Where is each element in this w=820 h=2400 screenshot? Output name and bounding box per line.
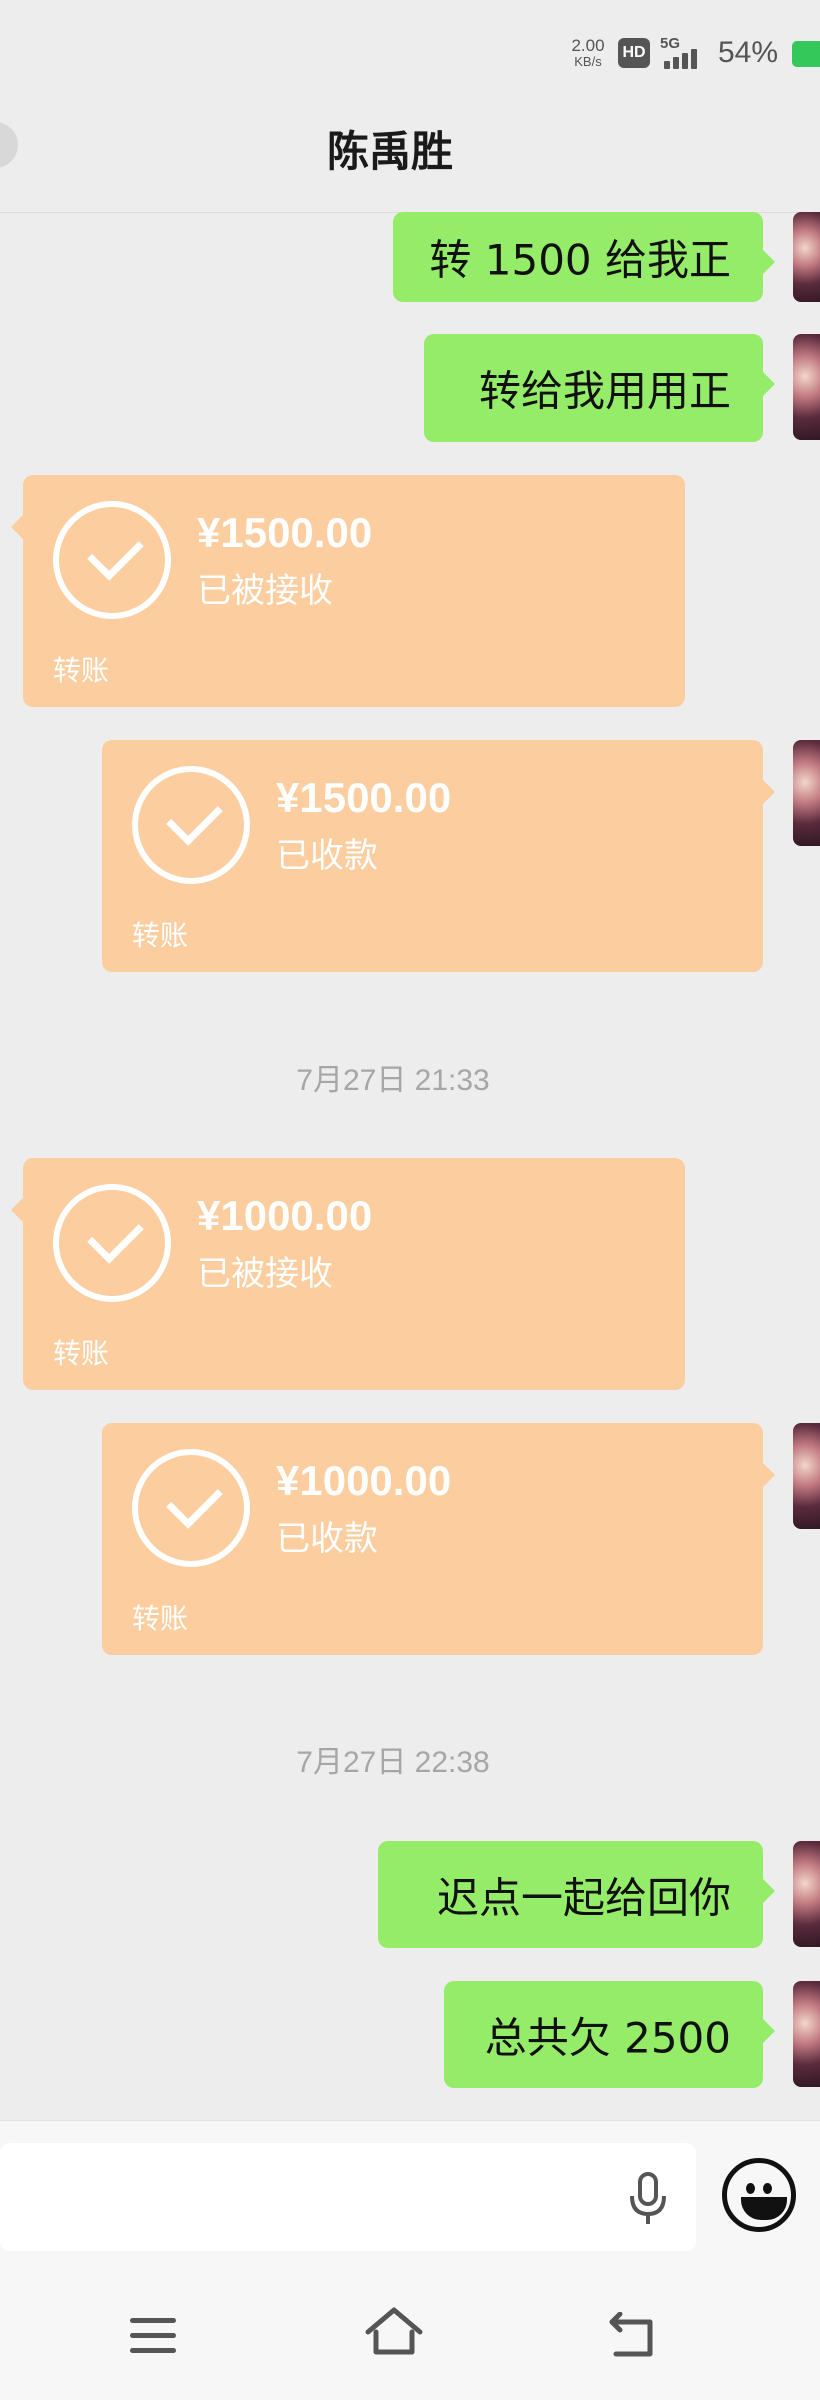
transfer-card[interactable]: ¥1000.00 已收款 转账 [102,1423,775,1655]
check-circle-icon [132,766,250,884]
message-text: 转给我用用正 [478,366,731,416]
network-type: 5G [660,35,681,52]
transfer-status: 已被接收 [197,1254,333,1294]
hd-icon: HD [618,38,650,68]
transfer-amount: ¥1500.00 [276,774,452,821]
message-text: 迟点一起给回你 [436,1873,731,1922]
transfer-card[interactable]: ¥1500.00 已被接收 转账 [11,475,685,707]
sent-message[interactable]: 总共欠 2500 [444,1981,775,2088]
chat-title: 陈禹胜 [326,127,453,176]
check-circle-icon [53,1184,171,1302]
avatar[interactable] [793,334,820,440]
avatar[interactable] [793,212,820,302]
microphone-icon[interactable] [628,2172,668,2226]
back-icon[interactable] [604,2312,658,2358]
sent-message[interactable]: 迟点一起给回你 [378,1841,775,1948]
network-speed: 2.00 KB/s [566,37,610,69]
timestamp: 7月27日 21:33 [296,1064,490,1097]
message-input[interactable] [0,2143,696,2251]
avatar[interactable] [793,1841,820,1947]
sent-message[interactable]: 转给我用用正 [424,334,775,442]
transfer-amount: ¥1000.00 [276,1457,452,1504]
transfer-card[interactable]: ¥1000.00 已被接收 转账 [11,1158,685,1390]
avatar[interactable] [793,1981,820,2087]
home-icon[interactable] [364,2306,424,2356]
network-speed-value: 2.00 [571,36,605,55]
signal-icon: 5G [660,35,706,71]
message-text: 转 1500 给我正 [429,235,731,285]
transfer-status: 已收款 [276,1519,378,1559]
smiley-icon[interactable] [722,2158,796,2232]
timestamp: 7月27日 22:38 [296,1746,490,1779]
check-circle-icon [132,1449,250,1567]
transfer-amount: ¥1500.00 [197,509,373,556]
message-text: 总共欠 2500 [484,2013,731,2062]
transfer-label: 转账 [53,654,110,687]
transfer-label: 转账 [132,1602,189,1635]
transfer-status: 已被接收 [197,571,333,611]
battery-percent: 54% [718,36,779,69]
transfer-status: 已收款 [276,836,378,876]
avatar[interactable] [793,740,820,846]
menu-icon[interactable] [130,2318,176,2354]
avatar[interactable] [793,1423,820,1529]
transfer-card[interactable]: ¥1500.00 已收款 转账 [102,740,775,972]
transfer-label: 转账 [132,919,189,952]
transfer-amount: ¥1000.00 [197,1192,373,1239]
sent-message[interactable]: 转 1500 给我正 [393,212,775,302]
status-bar: 2.00 KB/s HD 5G 54% [0,0,820,100]
battery-icon [792,41,820,67]
network-speed-unit: KB/s [574,54,602,69]
check-circle-icon [53,501,171,619]
transfer-label: 转账 [53,1337,110,1370]
